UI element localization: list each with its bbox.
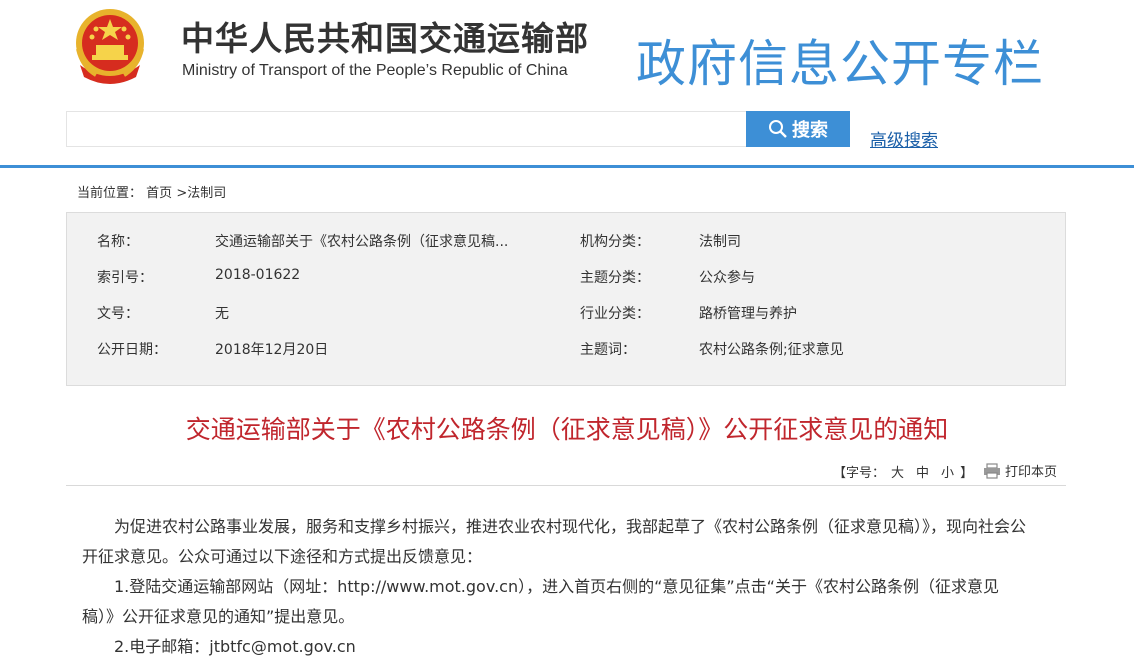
info-label-topic: 主题分类： (580, 270, 650, 286)
info-value-index: 2018-01622 (215, 267, 301, 283)
body-paragraph-line: 2.电子邮箱：jtbtfc@mot.gov.cn (82, 637, 356, 656)
info-value-topic: 公众参与 (699, 270, 755, 286)
document-info-panel: 名称： 交通运输部关于《农村公路条例（征求意见稿... 机构分类： 法制司 索引… (66, 212, 1066, 386)
body-paragraph-line: 稿）》公开征求意见的通知”提出意见。 (82, 607, 355, 626)
info-label-docno: 文号： (97, 306, 139, 322)
font-size-small-button[interactable]: 小 (941, 462, 954, 481)
font-size-large-button[interactable]: 大 (891, 462, 904, 481)
breadcrumb-home-link[interactable]: 首页 (146, 186, 172, 201)
info-value-name: 交通运输部关于《农村公路条例（征求意见稿... (215, 234, 509, 250)
info-label-org: 机构分类： (580, 234, 650, 250)
document-title: 交通运输部关于《农村公路条例（征求意见稿）》公开征求意见的通知 (185, 415, 949, 444)
site-title: 中华人民共和国交通运输部 (181, 19, 589, 58)
search-button-label: 搜索 (792, 120, 828, 140)
info-label-index: 索引号： (97, 270, 153, 286)
font-size-label-open: 【字号： (833, 466, 886, 481)
print-page-button[interactable]: 打印本页 (983, 461, 1057, 480)
info-value-keywords: 农村公路条例;征求意见 (699, 342, 844, 358)
info-value-industry: 路桥管理与养护 (699, 306, 797, 322)
printer-icon (984, 462, 1000, 479)
breadcrumb-prefix: 当前位置： (77, 186, 143, 201)
print-page-label: 打印本页 (1005, 465, 1058, 480)
search-button[interactable]: 搜索 (746, 111, 850, 147)
font-size-medium-button[interactable]: 中 (916, 462, 929, 481)
info-value-org: 法制司 (699, 234, 741, 250)
breadcrumb-current-link[interactable]: >法制司 (176, 186, 226, 201)
header-divider (0, 165, 1134, 168)
national-emblem-icon (76, 9, 144, 84)
body-paragraph-line: 开征求意见。公众可通过以下途径和方式提出反馈意见： (82, 547, 483, 566)
site-title-english: Ministry of Transport of the People’s Re… (182, 62, 568, 79)
info-value-date: 2018年12月20日 (215, 342, 329, 358)
content-divider (66, 485, 1066, 486)
breadcrumb: 当前位置： 首页 >法制司 (77, 182, 226, 201)
info-label-date: 公开日期： (97, 342, 167, 358)
font-size-controls: 【字号： 大 中 小 】 (833, 462, 973, 481)
search-input[interactable] (66, 111, 746, 147)
column-title: 政府信息公开专栏 (636, 35, 1044, 93)
body-paragraph-line: 为促进农村公路事业发展，服务和支撑乡村振兴，推进农业农村现代化，我部起草了《农村… (82, 517, 1027, 536)
info-label-name: 名称： (97, 234, 139, 250)
search-icon (769, 120, 787, 138)
body-paragraph-line: 1.登陆交通运输部网站（网址：http://www.mot.gov.cn），进入… (82, 577, 999, 596)
info-value-docno: 无 (215, 306, 229, 322)
advanced-search-link[interactable]: 高级搜索 (870, 126, 938, 151)
info-label-keywords: 主题词： (580, 342, 636, 358)
font-size-label-close: 】 (960, 466, 974, 481)
info-label-industry: 行业分类： (580, 306, 650, 322)
